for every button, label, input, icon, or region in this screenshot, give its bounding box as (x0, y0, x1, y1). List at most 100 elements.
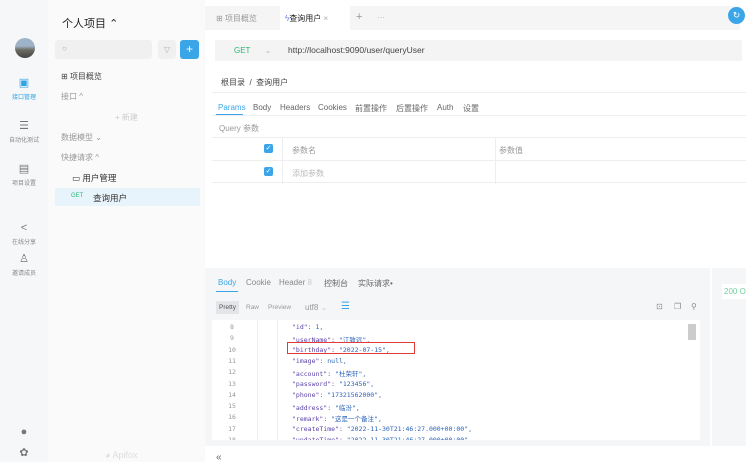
copy-button[interactable]: ❐ (674, 302, 681, 311)
row-checkbox[interactable]: ✓ (264, 167, 273, 176)
sync-button[interactable]: ↻ (728, 7, 745, 24)
tab-params[interactable]: Params (218, 103, 246, 112)
rail-item-test[interactable]: ☰ 自动化测试 (0, 119, 48, 144)
chevron-down-icon: ⌄ (320, 303, 328, 312)
resp-tab-cookie[interactable]: Cookie (246, 278, 271, 287)
sidebar-folder-user[interactable]: ▭ 用户管理 (72, 172, 116, 184)
more-tabs-button[interactable]: ··· (377, 13, 385, 22)
resp-tab-header[interactable]: Header 8 (279, 278, 312, 287)
row-divider (212, 160, 746, 161)
search-input[interactable]: ○ (55, 40, 152, 59)
line-number: 13 (228, 379, 236, 388)
project-switcher[interactable]: 个人项目 ⌃ (62, 15, 118, 31)
code-line: "remark": "这是一个备注", (292, 413, 382, 423)
code-line: "updateTime": "2022-11-30T21:46:27.000+0… (292, 436, 472, 440)
rail-label: 接口管理 (11, 95, 36, 101)
tab-query-user[interactable]: ϟ查询用户 × (280, 6, 350, 30)
new-button[interactable]: + 新建 (115, 112, 138, 123)
tab-body[interactable]: Body (253, 103, 271, 112)
json-value: "这是一个备注", (327, 415, 382, 424)
line-number: 10 (228, 345, 236, 354)
rail-item-invite[interactable]: ♙ 邀请成员 (0, 252, 48, 277)
mode-raw[interactable]: Raw (246, 304, 259, 311)
resp-tab-body[interactable]: Body (218, 278, 236, 287)
mode-preview[interactable]: Preview (268, 304, 291, 311)
sidebar-item-query-user[interactable]: GET 查询用户 (55, 188, 200, 206)
chevron-down-icon: ⌄ (264, 46, 272, 55)
col-divider (495, 138, 496, 184)
bell-icon: ● (20, 426, 28, 438)
tab-overview[interactable]: ⊞ 项目概览 (216, 13, 257, 24)
tab-auth[interactable]: Auth (437, 103, 453, 112)
bell-button[interactable]: ● (0, 426, 48, 441)
mode-pretty[interactable]: Pretty (216, 301, 239, 314)
sidebar (48, 0, 205, 462)
url-input[interactable]: http://localhost:9090/user/queryUser (288, 45, 728, 55)
indent-guide (257, 320, 258, 440)
line-number: 9 (230, 334, 234, 343)
tab-settings[interactable]: 设置 (463, 103, 479, 114)
encoding-label: utf8 (305, 303, 319, 312)
sidebar-section-quick-request[interactable]: 快捷请求 ^ (61, 152, 99, 163)
overview-label: 项目概览 (69, 72, 102, 81)
col-divider (282, 138, 283, 184)
method-select[interactable]: GET ⌄ (234, 46, 271, 55)
switch-icon: ⌃ (109, 18, 119, 30)
sidebar-section-api[interactable]: 接口 ^ (61, 91, 83, 102)
select-all-checkbox[interactable]: ✓ (264, 144, 273, 153)
scrollbar-thumb[interactable] (688, 324, 696, 340)
header-count: 8 (307, 278, 312, 287)
json-value: null, (323, 356, 347, 365)
json-value: "2022-11-30T21:46:27.000+00:00", (342, 424, 473, 433)
tab-post-ops[interactable]: 后置操作 (396, 103, 428, 114)
save-button[interactable]: ⊡ (656, 302, 663, 311)
avatar[interactable] (15, 38, 35, 58)
breadcrumb-root[interactable]: 根目录 (221, 78, 245, 87)
close-icon[interactable]: × (323, 14, 328, 23)
add-param-input[interactable]: 添加参数 (292, 168, 324, 179)
search-icon: ⚲ (691, 302, 697, 311)
collapse-button[interactable]: « (216, 452, 222, 463)
json-key: "id" (292, 323, 308, 331)
rail-item-settings[interactable]: ▤ 项目设置 (0, 162, 48, 187)
test-icon: ☰ (19, 120, 29, 132)
tab-pre-ops[interactable]: 前置操作 (355, 103, 387, 114)
sidebar-item-overview[interactable]: ⊞ 项目概览 (61, 71, 102, 82)
rail-label: 项目设置 (11, 181, 36, 187)
line-number: 15 (228, 402, 236, 411)
status-badge: 200 O (722, 284, 746, 299)
tab-cookies[interactable]: Cookies (318, 103, 347, 112)
method-badge: GET (71, 193, 84, 199)
sidebar-section-data-model[interactable]: 数据模型 ⌄ (61, 132, 102, 143)
json-value: "杜荣轩", (331, 370, 367, 379)
json-key: "updateTime" (292, 436, 339, 440)
search-button[interactable]: ⚲ (691, 302, 697, 311)
new-tab-button[interactable]: + (356, 11, 362, 23)
resp-tab-console[interactable]: 控制台 (324, 278, 348, 289)
request-name: 查询用户 (93, 193, 128, 203)
rail-item-api[interactable]: ▣ 接口管理 (0, 76, 48, 101)
tab-headers[interactable]: Headers (280, 103, 310, 112)
code-line: "password": "123456", (292, 380, 374, 388)
gear-button[interactable]: ✿ (0, 446, 48, 462)
json-key: "account" (292, 370, 328, 379)
breadcrumb: 根目录 / 查询用户 (221, 77, 288, 88)
tab-label: 查询用户 (289, 14, 322, 23)
tab-label: 项目概览 (224, 14, 257, 23)
response-meta: 200 O (712, 268, 746, 446)
filter-icon: ▽ (163, 45, 171, 54)
response-code[interactable]: 8 "id": 1, 9 "userName": "江致远", 10 "birthday"… (212, 320, 700, 440)
filter-button[interactable]: ▽ (158, 40, 176, 59)
add-button[interactable]: + (180, 40, 199, 59)
resp-tab-actual-request[interactable]: 实际请求• (358, 278, 393, 289)
line-number: 11 (228, 356, 236, 365)
json-value: "123456", (335, 379, 375, 388)
line-number: 17 (228, 424, 236, 433)
rail-item-share[interactable]: < 在线分享 (0, 222, 48, 246)
share-icon: < (20, 222, 28, 234)
encoding-select[interactable]: utf8 ⌄ (305, 303, 327, 312)
format-button[interactable]: ☰ (341, 301, 350, 312)
code-line: "address": "临汾", (292, 402, 360, 412)
indent-guide (277, 320, 278, 440)
method-label: GET (234, 46, 251, 55)
